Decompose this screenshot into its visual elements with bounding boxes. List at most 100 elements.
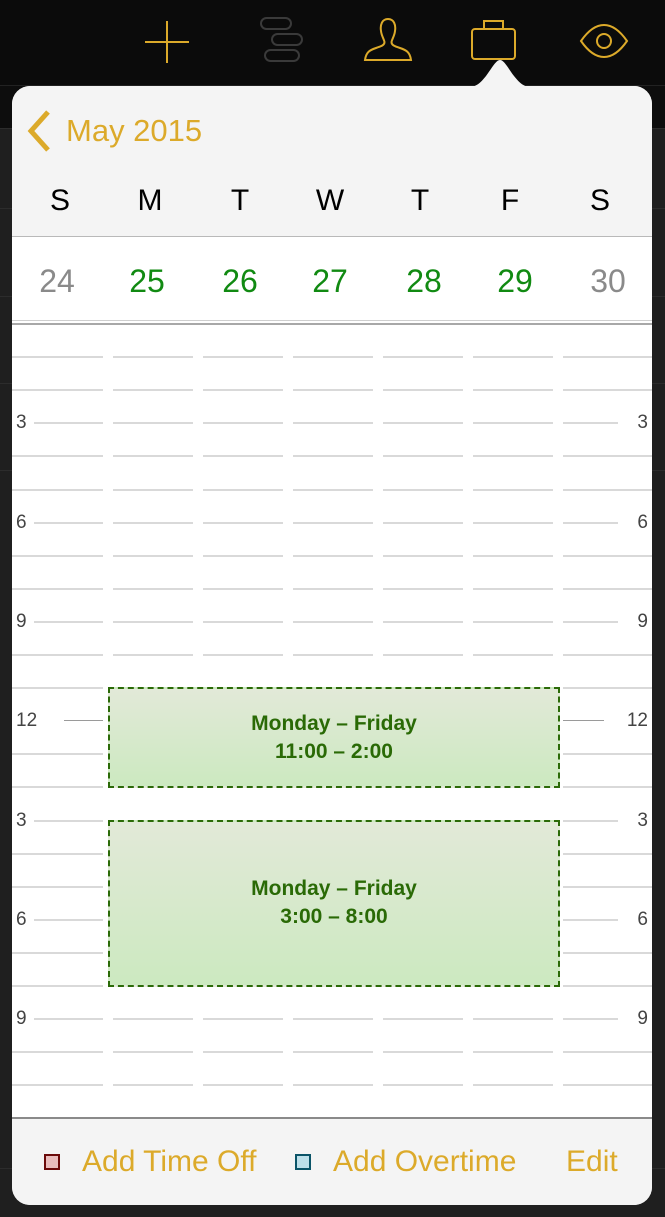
hour-gridline <box>12 1084 103 1087</box>
date-cell[interactable]: 29 <box>470 263 560 300</box>
briefcase-icon[interactable] <box>470 18 518 62</box>
hour-gridline <box>563 389 652 392</box>
hour-gridline <box>473 356 553 359</box>
date-cell[interactable]: 24 <box>12 263 102 300</box>
hour-gridline <box>293 587 373 590</box>
hour-label-left: 6 <box>16 511 27 533</box>
hour-gridline <box>203 389 283 392</box>
hour-label-left: 3 <box>16 412 27 434</box>
hour-gridline <box>563 1018 618 1021</box>
add-time-off-label: Add Time Off <box>82 1145 257 1178</box>
hour-label-left: 9 <box>16 610 27 632</box>
popover-arrow <box>460 60 540 88</box>
hour-label-right: 6 <box>637 511 648 533</box>
weekday-label: S <box>589 184 610 217</box>
hour-gridline <box>113 356 193 359</box>
hour-gridline <box>473 389 553 392</box>
hour-gridline <box>64 720 103 722</box>
hour-gridline <box>563 753 652 756</box>
hour-gridline <box>383 488 463 491</box>
hour-gridline <box>563 422 618 425</box>
hour-gridline <box>293 455 373 458</box>
person-icon[interactable] <box>362 17 414 63</box>
hour-gridline <box>563 951 652 954</box>
hour-gridline <box>203 356 283 359</box>
work-schedule-popover: May 2015 S M T W T F S 24 25 26 27 28 29… <box>12 86 652 1205</box>
hour-gridline <box>113 554 193 557</box>
hour-gridline <box>12 455 103 458</box>
hour-gridline <box>473 654 553 656</box>
hour-label-right: 9 <box>637 1008 648 1030</box>
hour-gridline <box>563 554 652 557</box>
hour-gridline <box>113 620 193 623</box>
hour-gridline <box>473 1051 553 1054</box>
hour-gridline <box>473 455 553 458</box>
hour-gridline <box>383 554 463 557</box>
hour-gridline <box>34 819 103 822</box>
hour-gridline <box>203 620 283 623</box>
date-cell[interactable]: 30 <box>563 263 652 300</box>
hour-gridline <box>113 389 193 392</box>
hour-gridline <box>113 1051 193 1054</box>
hour-label-left: 6 <box>16 908 27 930</box>
hour-gridline <box>203 1051 283 1054</box>
hour-gridline <box>12 488 103 491</box>
hour-label-right: 12 <box>626 710 648 732</box>
hour-gridline <box>12 1051 103 1054</box>
hour-gridline <box>383 1018 463 1021</box>
hour-gridline <box>383 356 463 359</box>
hour-gridline <box>563 918 618 921</box>
date-cell[interactable]: 27 <box>285 263 375 300</box>
add-time-off-button[interactable]: Add Time Off <box>44 1145 257 1179</box>
hour-gridline <box>293 554 373 557</box>
gantt-icon[interactable] <box>258 16 308 64</box>
hour-gridline <box>383 455 463 458</box>
hour-gridline <box>113 521 193 524</box>
hour-gridline <box>383 521 463 524</box>
hour-gridline <box>563 720 604 722</box>
work-block-time: 11:00 – 2:00 <box>275 739 393 763</box>
hour-gridline <box>12 951 103 954</box>
hour-gridline <box>473 1084 553 1087</box>
hour-gridline <box>12 786 103 789</box>
hour-gridline <box>203 455 283 458</box>
hour-gridline <box>203 1018 283 1021</box>
date-cell[interactable]: 25 <box>102 263 192 300</box>
hour-gridline <box>473 1018 553 1021</box>
plus-icon[interactable] <box>144 20 190 64</box>
hour-gridline <box>293 356 373 359</box>
hour-gridline <box>12 554 103 557</box>
work-block-days: Monday – Friday <box>251 877 417 901</box>
hour-gridline <box>12 852 103 855</box>
date-cell[interactable]: 26 <box>195 263 285 300</box>
hour-gridline <box>12 687 103 690</box>
hour-gridline <box>563 455 652 458</box>
hour-gridline <box>293 654 373 656</box>
weekday-label: T <box>230 184 250 217</box>
work-hours-block[interactable]: Monday – Friday 3:00 – 8:00 <box>108 819 560 987</box>
add-overtime-label: Add Overtime <box>333 1145 517 1178</box>
work-block-time: 3:00 – 8:00 <box>280 905 388 929</box>
hour-gridline <box>113 654 193 656</box>
hour-gridline <box>12 885 103 888</box>
hour-gridline <box>34 521 103 524</box>
chevron-left-icon <box>27 110 50 152</box>
month-title: May 2015 <box>66 113 203 148</box>
hour-gridline <box>293 620 373 623</box>
week-dates-row: 24 25 26 27 28 29 30 <box>12 237 652 320</box>
dates-divider <box>12 320 652 321</box>
top-toolbar <box>0 0 665 85</box>
add-overtime-button[interactable]: Add Overtime <box>295 1145 516 1179</box>
work-hours-block[interactable]: Monday – Friday 11:00 – 2:00 <box>108 687 560 789</box>
date-cell[interactable]: 28 <box>379 263 469 300</box>
hour-gridline <box>473 620 553 623</box>
eye-icon[interactable] <box>578 22 630 60</box>
weekday-label: F <box>500 184 520 217</box>
hour-gridline <box>203 554 283 557</box>
hour-gridline <box>383 389 463 392</box>
hour-gridline <box>563 521 618 524</box>
edit-button[interactable]: Edit <box>566 1145 618 1179</box>
previous-month-button[interactable]: May 2015 <box>26 108 202 154</box>
hour-gridline <box>293 1018 373 1021</box>
hour-grid[interactable]: 3 3 6 6 9 9 12 12 3 3 6 6 9 9 Monday – Friday 11:00 – 2… <box>12 324 652 1118</box>
